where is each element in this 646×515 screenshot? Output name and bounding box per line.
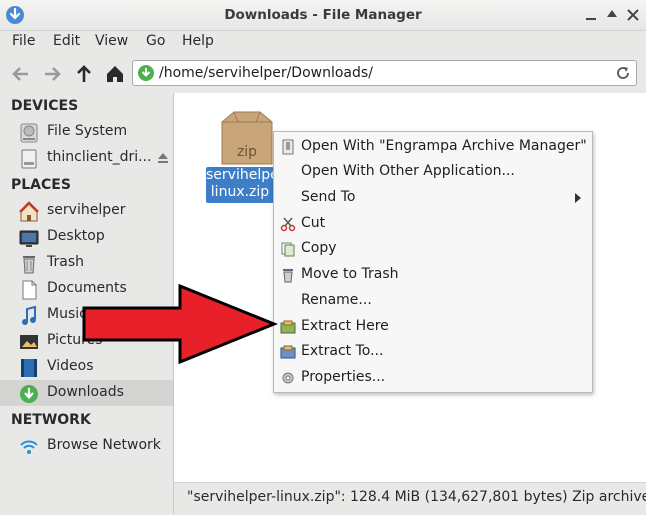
menu-bar: File Edit View Go Help — [0, 30, 646, 54]
context-menu: Open With "Engrampa Archive Manager" Ope… — [273, 131, 593, 393]
menu-extract-to[interactable]: Extract To... — [274, 340, 592, 364]
sidebar-item-thinclient-drive[interactable]: thinclient_dri... — [0, 145, 173, 171]
network-icon — [20, 440, 38, 454]
menu-send-to[interactable]: Send To — [274, 186, 592, 210]
file-name-label[interactable]: servihelper- linux.zip — [206, 167, 274, 203]
status-text: "servihelper-linux.zip": 128.4 MiB (134,… — [187, 489, 646, 505]
sidebar-item-label: thinclient_dri... — [47, 149, 152, 165]
close-icon[interactable] — [626, 8, 640, 22]
menu-label: Cut — [301, 215, 326, 231]
document-icon — [22, 280, 37, 300]
menu-label: Send To — [301, 189, 356, 205]
menu-label: Extract Here — [301, 318, 389, 334]
download-icon — [138, 65, 154, 81]
menu-edit[interactable]: Edit — [53, 33, 80, 49]
file-name-line2: linux.zip — [210, 184, 270, 200]
sidebar-item-file-system[interactable]: File System — [0, 119, 173, 145]
menu-label: Rename... — [301, 292, 372, 308]
sidebar-item-label: Trash — [47, 254, 84, 270]
zip-label: zip — [237, 144, 257, 160]
menu-label: Copy — [301, 240, 337, 256]
places-heading: PLACES — [11, 177, 71, 193]
sidebar-item-label: Music — [47, 306, 87, 322]
sidebar-item-label: Browse Network — [47, 437, 161, 453]
submenu-arrow-icon — [575, 193, 581, 203]
menu-open-with-engrampa[interactable]: Open With "Engrampa Archive Manager" — [274, 135, 592, 159]
menu-file[interactable]: File — [12, 33, 35, 49]
reload-icon[interactable] — [614, 64, 632, 82]
properties-icon — [282, 372, 294, 384]
status-bar: "servihelper-linux.zip": 128.4 MiB (134,… — [174, 482, 646, 515]
picture-icon — [20, 335, 38, 349]
desktop-icon — [19, 230, 39, 247]
download-icon — [20, 385, 38, 403]
sidebar-item-browse-network[interactable]: Browse Network — [0, 433, 173, 459]
menu-label: Extract To... — [301, 343, 384, 359]
file-name-line1: servihelper- — [206, 167, 274, 183]
sidebar-item-desktop[interactable]: Desktop — [0, 224, 173, 250]
window-title: Downloads - File Manager — [224, 7, 422, 23]
trash-icon — [283, 269, 293, 283]
sidebar-item-label: File System — [47, 123, 128, 139]
trash-icon — [23, 256, 35, 274]
menu-rename[interactable]: Rename... — [274, 289, 592, 313]
drive-harddisk-icon — [20, 123, 38, 143]
video-icon — [21, 359, 37, 377]
sidebar-item-downloads[interactable]: Downloads — [0, 380, 173, 406]
sidebar-item-trash[interactable]: Trash — [0, 250, 173, 276]
menu-label: Properties... — [301, 369, 386, 385]
location-bar[interactable]: /home/servihelper/Downloads/ — [132, 60, 637, 86]
menu-go[interactable]: Go — [146, 33, 165, 49]
engrampa-icon — [282, 139, 294, 155]
back-icon[interactable] — [10, 63, 32, 85]
scissors-icon — [280, 217, 296, 232]
devices-heading: DEVICES — [11, 98, 79, 114]
extract-to-icon — [280, 345, 296, 359]
menu-cut[interactable]: Cut — [274, 212, 592, 236]
maximize-icon[interactable] — [605, 8, 619, 22]
copy-icon — [281, 242, 295, 257]
menu-properties[interactable]: Properties... — [274, 366, 592, 390]
zip-file-icon[interactable]: zip — [216, 108, 278, 166]
forward-icon[interactable] — [41, 63, 63, 85]
home-folder-icon — [19, 201, 39, 222]
menu-label: Open With Other Application... — [301, 163, 515, 179]
menu-label: Open With "Engrampa Archive Manager" — [301, 138, 587, 154]
menu-open-with-other[interactable]: Open With Other Application... — [274, 160, 592, 184]
title-bar: Downloads - File Manager — [0, 0, 646, 31]
menu-label: Move to Trash — [301, 266, 399, 282]
extract-icon — [280, 320, 296, 334]
menu-extract-here[interactable]: Extract Here — [274, 315, 592, 339]
menu-help[interactable]: Help — [182, 33, 214, 49]
menu-move-to-trash[interactable]: Move to Trash — [274, 263, 592, 287]
annotation-arrow-icon — [82, 284, 279, 364]
sidebar-item-label: Downloads — [47, 384, 124, 400]
sidebar-item-label: servihelper — [47, 202, 126, 218]
home-icon[interactable] — [104, 63, 126, 85]
drive-removable-icon — [21, 149, 37, 169]
menu-view[interactable]: View — [95, 33, 128, 49]
network-heading: NETWORK — [11, 412, 91, 428]
music-icon — [22, 305, 36, 325]
eject-icon[interactable] — [156, 151, 170, 165]
menu-copy[interactable]: Copy — [274, 237, 592, 261]
minimize-icon[interactable] — [584, 8, 598, 22]
up-icon[interactable] — [73, 63, 95, 85]
location-path[interactable]: /home/servihelper/Downloads/ — [159, 65, 373, 81]
sidebar-item-label: Desktop — [47, 228, 105, 244]
sidebar-item-servihelper[interactable]: servihelper — [0, 198, 173, 224]
